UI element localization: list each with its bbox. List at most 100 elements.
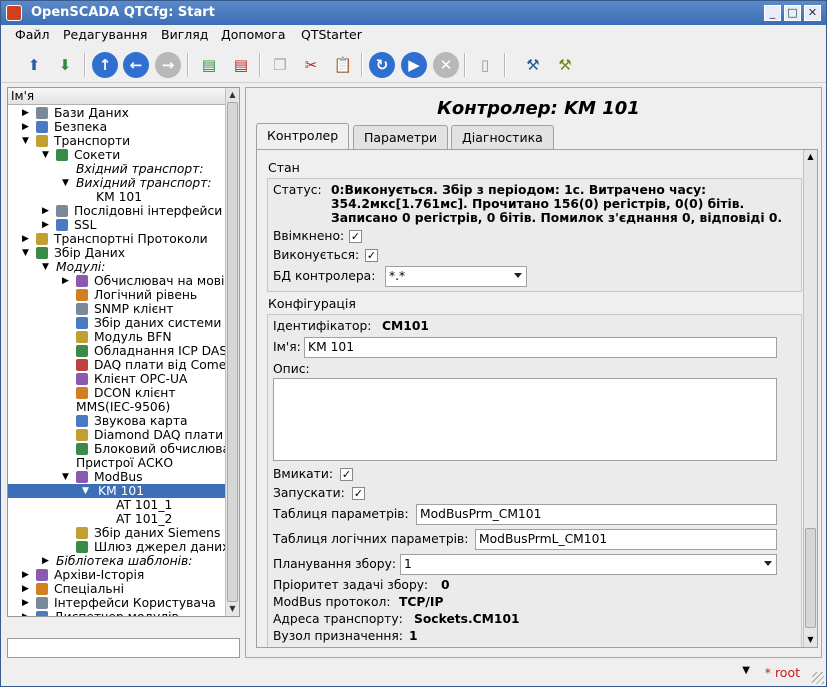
schedule-select[interactable]: 1 bbox=[400, 554, 777, 575]
tree-item[interactable]: Обладнання ICP DAS bbox=[76, 344, 227, 358]
expand-down-icon[interactable]: ▼ bbox=[82, 484, 89, 498]
tree-item[interactable]: ▶ Архіви-Історія bbox=[22, 568, 226, 582]
tree-item[interactable]: ▶ Бібліотека шаблонів: bbox=[42, 554, 226, 568]
expand-right-icon[interactable]: ▶ bbox=[22, 610, 29, 616]
user-settings-icon[interactable]: ⚒ bbox=[520, 52, 546, 78]
expand-down-icon[interactable]: ▼ bbox=[62, 470, 69, 484]
chevron-down-icon[interactable]: ▼ bbox=[742, 665, 750, 676]
expand-right-icon[interactable]: ▶ bbox=[22, 568, 29, 582]
tree-scrollbar[interactable]: ▲ ▼ bbox=[225, 88, 239, 616]
tree-item[interactable]: Пристрої АСКО bbox=[76, 456, 226, 470]
menu-view[interactable]: Вигляд bbox=[161, 27, 208, 42]
tree-item[interactable]: DCON клієнт bbox=[76, 386, 226, 400]
tab-diagnostics[interactable]: Діагностика bbox=[451, 125, 554, 149]
scroll-up-icon[interactable]: ▲ bbox=[226, 88, 239, 101]
tab-controller[interactable]: Контролер bbox=[256, 123, 350, 149]
content-scroll-thumb[interactable] bbox=[805, 528, 816, 628]
tree-item[interactable]: Вхідний транспорт: bbox=[76, 162, 226, 176]
tree-scroll-thumb[interactable] bbox=[227, 102, 238, 602]
menu-qtstarter[interactable]: QTStarter bbox=[301, 27, 362, 42]
tree-item[interactable]: Звукова карта bbox=[76, 414, 226, 428]
enabled-checkbox[interactable]: ✓ bbox=[349, 230, 362, 243]
running-checkbox[interactable]: ✓ bbox=[365, 249, 378, 262]
delete-item-icon[interactable]: ▤ bbox=[228, 52, 254, 78]
up-icon[interactable]: ↑ bbox=[92, 52, 118, 78]
expand-right-icon[interactable]: ▶ bbox=[62, 274, 69, 288]
tree-item[interactable]: ▶ Диспетчер модулів bbox=[22, 610, 226, 616]
tree-item[interactable]: Збір даних Siemens bbox=[76, 526, 226, 540]
tree-item[interactable]: Логічний рівень bbox=[76, 288, 226, 302]
start-icon[interactable]: ▶ bbox=[401, 52, 427, 78]
cut-icon[interactable]: ✂ bbox=[298, 52, 324, 78]
expand-down-icon[interactable]: ▼ bbox=[22, 134, 29, 148]
expand-right-icon[interactable]: ▶ bbox=[42, 218, 49, 232]
name-field[interactable]: KM 101 bbox=[304, 337, 777, 358]
tree-item[interactable]: ▶ Спеціальні bbox=[22, 582, 226, 596]
tree-item[interactable]: ▼ Модулі: bbox=[42, 260, 226, 274]
tree-bottom-field[interactable] bbox=[7, 638, 240, 658]
tree-item[interactable]: KM 101 bbox=[96, 190, 226, 204]
navigation-tree[interactable]: Ім'я ▶ Бази Даних ▶ Безпека ▼ Транспорти ▼ Соке… bbox=[7, 87, 240, 617]
menu-edit[interactable]: Редагування bbox=[63, 27, 147, 42]
tree-item[interactable]: SNMP клієнт bbox=[76, 302, 226, 316]
refresh-icon[interactable]: ↻ bbox=[369, 52, 395, 78]
tree-item[interactable]: Diamond DAQ плати bbox=[76, 428, 226, 442]
copy-icon[interactable]: ❐ bbox=[267, 52, 293, 78]
expand-right-icon[interactable]: ▶ bbox=[22, 582, 29, 596]
db-load-icon[interactable]: ⬆ bbox=[21, 52, 47, 78]
expand-right-icon[interactable]: ▶ bbox=[42, 554, 49, 568]
minimize-button[interactable]: _ bbox=[764, 5, 781, 21]
tree-item[interactable]: ▶ Транспортні Протоколи bbox=[22, 232, 226, 246]
expand-down-icon[interactable]: ▼ bbox=[22, 246, 29, 260]
tree-item[interactable]: ▶ SSL bbox=[42, 218, 226, 232]
module-settings-icon[interactable]: ⚒ bbox=[552, 52, 578, 78]
tree-item[interactable]: AT 101_2 bbox=[116, 512, 226, 526]
stop-icon[interactable]: ✕ bbox=[433, 52, 459, 78]
tree-item[interactable]: Збір даних системи bbox=[76, 316, 226, 330]
paste-icon[interactable]: 📋 bbox=[330, 52, 356, 78]
tree-item[interactable]: ▼ KM 101 bbox=[8, 484, 226, 498]
add-item-icon[interactable]: ▤ bbox=[196, 52, 222, 78]
description-field[interactable] bbox=[273, 378, 777, 461]
db-save-icon[interactable]: ⬇ bbox=[52, 52, 78, 78]
prml-table-field[interactable]: ModBusPrmL_CM101 bbox=[475, 529, 777, 550]
back-icon[interactable]: ← bbox=[123, 52, 149, 78]
tree-item[interactable]: Модуль BFN bbox=[76, 330, 226, 344]
resize-grip[interactable] bbox=[812, 672, 824, 684]
expand-right-icon[interactable]: ▶ bbox=[22, 232, 29, 246]
scroll-down-icon[interactable]: ▼ bbox=[804, 633, 817, 646]
expand-down-icon[interactable]: ▼ bbox=[62, 176, 69, 190]
tree-item[interactable]: Шлюз джерел даних bbox=[76, 540, 229, 554]
tree-item[interactable]: ▼ Сокети bbox=[42, 148, 226, 162]
to-start-checkbox[interactable]: ✓ bbox=[352, 487, 365, 500]
close-button[interactable]: ✕ bbox=[804, 5, 821, 21]
expand-right-icon[interactable]: ▶ bbox=[22, 106, 29, 120]
tree-item[interactable]: ▼ ModBus bbox=[62, 470, 226, 484]
expand-right-icon[interactable]: ▶ bbox=[22, 120, 29, 134]
expand-right-icon[interactable]: ▶ bbox=[22, 596, 29, 610]
scroll-up-icon[interactable]: ▲ bbox=[804, 150, 817, 163]
tree-item[interactable]: ▶ Безпека bbox=[22, 120, 226, 134]
scroll-down-icon[interactable]: ▼ bbox=[226, 602, 239, 615]
menu-file[interactable]: Файл bbox=[15, 27, 50, 42]
tree-item[interactable]: ▼ Транспорти bbox=[22, 134, 226, 148]
tree-item[interactable]: DAQ плати від Comedi bbox=[76, 358, 238, 372]
prm-table-field[interactable]: ModBusPrm_CM101 bbox=[416, 504, 777, 525]
tree-item[interactable]: ▶ Послідовні інтерфейси bbox=[42, 204, 226, 218]
forward-icon[interactable]: → bbox=[155, 52, 181, 78]
expand-right-icon[interactable]: ▶ bbox=[42, 204, 49, 218]
tree-item[interactable]: AT 101_1 bbox=[116, 498, 226, 512]
maximize-button[interactable]: □ bbox=[784, 5, 801, 21]
content-scrollbar[interactable]: ▲ ▼ bbox=[803, 150, 817, 647]
tree-item[interactable]: Блоковий обчислювач bbox=[76, 442, 237, 456]
tree-item[interactable]: ▶ Бази Даних bbox=[22, 106, 226, 120]
tree-item[interactable]: ▼ Вихідний транспорт: bbox=[62, 176, 226, 190]
tree-item[interactable]: Клієнт OPC-UA bbox=[76, 372, 226, 386]
expand-down-icon[interactable]: ▼ bbox=[42, 148, 49, 162]
manual-icon[interactable]: ▯ bbox=[472, 52, 498, 78]
tree-item[interactable]: ▼ Збір Даних bbox=[22, 246, 226, 260]
menu-help[interactable]: Допомога bbox=[221, 27, 286, 42]
tree-item[interactable]: MMS(IEC-9506) bbox=[76, 400, 226, 414]
tree-item[interactable]: ▶ Обчислювач на мові bbox=[62, 274, 226, 288]
tree-item[interactable]: ▶ Інтерфейси Користувача bbox=[22, 596, 226, 610]
